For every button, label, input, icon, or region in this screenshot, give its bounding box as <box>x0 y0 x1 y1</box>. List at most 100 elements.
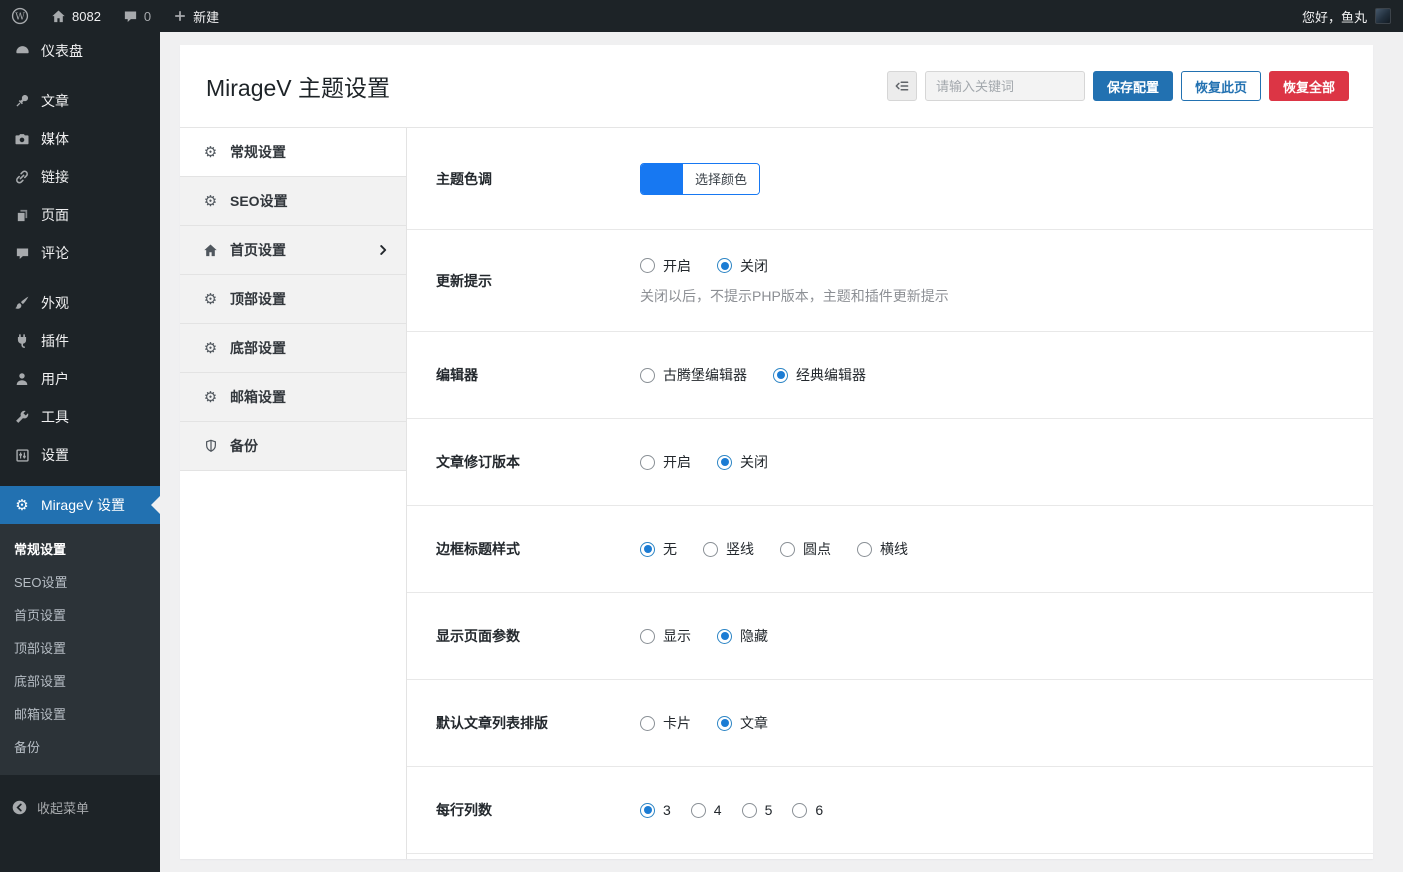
restore-page-button[interactable]: 恢复此页 <box>1180 71 1261 101</box>
setting-row-theme-color: 主题色调 选择颜色 <box>407 128 1373 230</box>
radio-option-show[interactable]: 显示 <box>640 626 691 646</box>
tab-footer[interactable]: ⚙ 底部设置 <box>180 324 406 373</box>
radio-icon <box>640 802 655 818</box>
sidebar-item-settings[interactable]: 设置 <box>0 436 160 474</box>
chevron-right-icon <box>376 243 390 257</box>
sidebar-item-tools[interactable]: 工具 <box>0 398 160 436</box>
radio-option-4[interactable]: 4 <box>690 802 722 818</box>
radio-option-off[interactable]: 关闭 <box>717 452 768 472</box>
radio-option-none[interactable]: 无 <box>640 539 677 559</box>
user-icon <box>13 371 31 387</box>
setting-label: 边框标题样式 <box>436 541 520 557</box>
tab-mail[interactable]: ⚙ 邮箱设置 <box>180 373 406 422</box>
comments-shortcut[interactable]: 0 <box>112 0 162 32</box>
collapse-menu-button[interactable]: 收起菜单 <box>0 789 160 826</box>
radio-option-on[interactable]: 开启 <box>640 452 691 472</box>
radio-option-card[interactable]: 卡片 <box>640 713 691 733</box>
tab-homepage[interactable]: 首页设置 <box>180 226 406 275</box>
setting-label: 主题色调 <box>436 170 492 187</box>
gear-icon: ⚙ <box>203 387 218 406</box>
admin-sidebar: 仪表盘 文章 媒体 链接 页面 评论 外观 插件 用户 工具 设置 ⚙ Mira… <box>0 32 160 872</box>
sidebar-item-comments[interactable]: 评论 <box>0 234 160 272</box>
link-icon <box>13 169 31 185</box>
tab-header[interactable]: ⚙ 顶部设置 <box>180 275 406 324</box>
paintbrush-icon <box>13 295 31 311</box>
home-icon <box>202 243 219 258</box>
sliders-icon <box>13 448 31 463</box>
theme-settings-panel: MirageV 主题设置 保存配置 恢复此页 恢复全部 ⚙ 常规设置 <box>180 45 1373 859</box>
sidebar-item-label: 链接 <box>41 169 69 185</box>
radio-option-off[interactable]: 关闭 <box>717 256 768 276</box>
color-picker-button[interactable]: 选择颜色 <box>640 162 761 195</box>
account-menu[interactable]: 您好，鱼丸 <box>1290 0 1403 32</box>
collapse-circle-icon <box>11 799 28 816</box>
radio-icon <box>640 628 655 644</box>
radio-option-classic[interactable]: 经典编辑器 <box>773 365 866 385</box>
radio-option-3[interactable]: 3 <box>640 802 671 818</box>
setting-label: 文章修订版本 <box>436 454 520 470</box>
wordpress-logo-menu[interactable]: W <box>0 0 40 32</box>
gear-icon: ⚙ <box>203 191 218 210</box>
radio-option-5[interactable]: 5 <box>741 802 772 818</box>
sidebar-item-media[interactable]: 媒体 <box>0 120 160 158</box>
wordpress-logo-icon: W <box>11 7 29 25</box>
submenu-item-mail[interactable]: 邮箱设置 <box>0 697 160 730</box>
submenu-item-backup[interactable]: 备份 <box>0 730 160 763</box>
fold-panel-button[interactable] <box>886 71 917 101</box>
submenu-item-header[interactable]: 顶部设置 <box>0 631 160 664</box>
sidebar-item-posts[interactable]: 文章 <box>0 82 160 120</box>
save-config-button[interactable]: 保存配置 <box>1092 71 1173 101</box>
setting-description: 关闭以后，不提示PHP版本，主题和插件更新提示 <box>640 287 949 304</box>
sidebar-item-label: MirageV 设置 <box>41 497 126 513</box>
tab-seo[interactable]: ⚙ SEO设置 <box>180 177 406 226</box>
radio-option-gutenberg[interactable]: 古腾堡编辑器 <box>640 365 747 385</box>
restore-all-button[interactable]: 恢复全部 <box>1268 71 1349 101</box>
sidebar-item-users[interactable]: 用户 <box>0 360 160 398</box>
radio-option-article[interactable]: 文章 <box>717 713 768 733</box>
tab-backup[interactable]: 备份 <box>180 422 406 471</box>
radio-icon <box>780 541 795 557</box>
camera-icon <box>13 131 31 147</box>
sidebar-item-pages[interactable]: 页面 <box>0 196 160 234</box>
radio-icon <box>690 802 706 818</box>
sidebar-item-appearance[interactable]: 外观 <box>0 284 160 322</box>
gear-icon: ⚙ <box>203 338 218 357</box>
search-input[interactable] <box>924 71 1085 101</box>
comment-bubble-icon <box>123 9 138 24</box>
submenu-item-homepage[interactable]: 首页设置 <box>0 598 160 631</box>
collapse-menu-label: 收起菜单 <box>37 801 90 816</box>
submenu-item-general[interactable]: 常规设置 <box>0 532 160 565</box>
setting-label: 显示页面参数 <box>436 628 520 644</box>
radio-option-6[interactable]: 6 <box>792 802 823 818</box>
radio-option-on[interactable]: 开启 <box>640 256 691 276</box>
radio-option-vline[interactable]: 竖线 <box>703 539 754 559</box>
setting-label: 每行列数 <box>436 802 492 818</box>
submenu-item-footer[interactable]: 底部设置 <box>0 664 160 697</box>
new-content-menu[interactable]: 新建 <box>162 0 230 32</box>
radio-option-hline[interactable]: 横线 <box>857 539 908 559</box>
radio-icon <box>640 541 655 557</box>
submenu-item-seo[interactable]: SEO设置 <box>0 565 160 598</box>
setting-row-revisions: 文章修订版本 开启 关闭 <box>407 419 1373 506</box>
plug-icon <box>13 333 31 349</box>
sidebar-item-dashboard[interactable]: 仪表盘 <box>0 32 160 70</box>
sidebar-item-label: 媒体 <box>41 131 69 147</box>
sidebar-item-miragev-settings[interactable]: ⚙ MirageV 设置 <box>0 486 160 524</box>
tab-general[interactable]: ⚙ 常规设置 <box>180 128 406 177</box>
sidebar-item-label: 评论 <box>41 245 69 261</box>
setting-row-post-list-layout: 默认文章列表排版 卡片 文章 <box>407 680 1373 767</box>
gear-icon: ⚙ <box>203 289 218 308</box>
radio-icon <box>773 367 788 383</box>
radio-icon <box>717 715 732 731</box>
new-label: 新建 <box>193 9 220 25</box>
radio-icon <box>640 258 655 273</box>
color-swatch <box>641 163 683 194</box>
sidebar-item-plugins[interactable]: 插件 <box>0 322 160 360</box>
sidebar-item-links[interactable]: 链接 <box>0 158 160 196</box>
home-icon <box>51 9 66 24</box>
radio-option-hide[interactable]: 隐藏 <box>717 626 768 646</box>
radio-option-dot[interactable]: 圆点 <box>780 539 831 559</box>
site-link[interactable]: 8082 <box>40 0 112 32</box>
sidebar-item-label: 工具 <box>41 409 69 425</box>
admin-bar: W 8082 0 新建 您好，鱼丸 <box>0 0 1403 32</box>
